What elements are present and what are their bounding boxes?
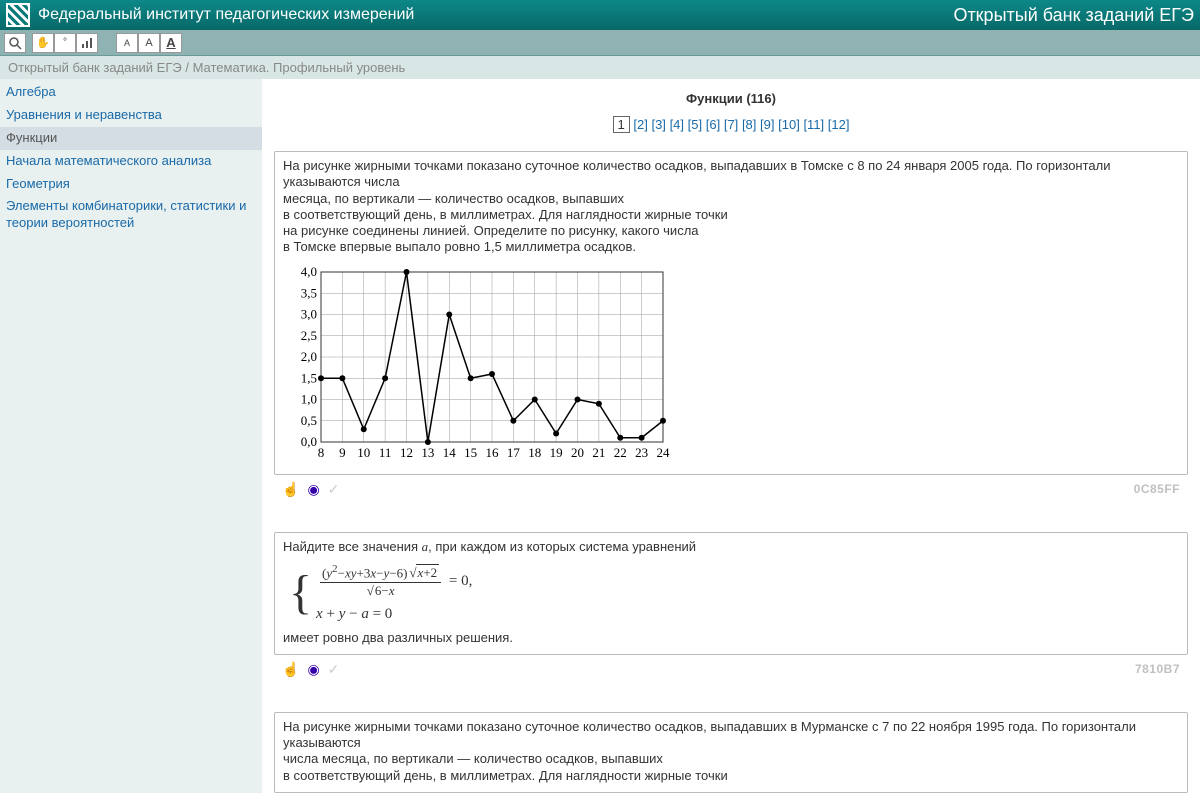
sidebar-item[interactable]: Элементы комбинаторики, статистики и тео…	[0, 195, 262, 235]
font-small-button[interactable]: A	[116, 33, 138, 53]
pager-link[interactable]: [11]	[803, 117, 824, 132]
pager-link[interactable]: [4]	[670, 117, 684, 132]
task-footer: ☝ ◉ ✓ 0C85FF	[274, 479, 1188, 502]
svg-text:10: 10	[357, 445, 370, 460]
pager-current: 1	[613, 116, 630, 133]
chart: 0,0 0,5 1,0 1,5 2,0 2,5 3,0 3,5 4,0 89 10 11 12 13 14 1…	[283, 262, 673, 462]
pager-link[interactable]: [7]	[724, 117, 738, 132]
task-card: Найдите все значения a, при каждом из ко…	[274, 532, 1188, 655]
pager-link[interactable]: [5]	[688, 117, 702, 132]
pager-link[interactable]: [9]	[760, 117, 774, 132]
task-text: На рисунке жирными точками показано суто…	[283, 719, 1179, 784]
svg-text:8: 8	[318, 445, 325, 460]
pager-link[interactable]: [6]	[706, 117, 720, 132]
defer-icon[interactable]: ☝	[282, 481, 299, 498]
eye-icon[interactable]: ◉	[307, 481, 319, 498]
task-card: На рисунке жирными точками показано суто…	[274, 712, 1188, 793]
sidebar: АлгебраУравнения и неравенстваФункцииНач…	[0, 79, 262, 793]
logo-icon	[6, 3, 30, 27]
check-icon[interactable]: ✓	[328, 481, 340, 498]
svg-text:4,0: 4,0	[301, 264, 317, 279]
font-medium-button[interactable]: A	[138, 33, 160, 53]
svg-text:1,5: 1,5	[301, 370, 317, 385]
svg-text:0,0: 0,0	[301, 434, 317, 449]
svg-text:12: 12	[400, 445, 413, 460]
task-footer: ☝ ◉ ✓ 7810B7	[274, 659, 1188, 682]
svg-text:20: 20	[571, 445, 584, 460]
sidebar-item[interactable]: Начала математического анализа	[0, 150, 262, 173]
svg-text:15: 15	[464, 445, 477, 460]
breadcrumb: Открытый банк заданий ЕГЭ / Математика. …	[0, 56, 1200, 79]
pager-link[interactable]: [10]	[778, 117, 800, 132]
font-large-button[interactable]: A	[160, 33, 182, 53]
toolbar-group-font: A A A	[116, 33, 182, 53]
page-title: Функции (116)	[274, 91, 1188, 106]
svg-text:3,5: 3,5	[301, 285, 317, 300]
degree-icon[interactable]: °	[54, 33, 76, 53]
svg-text:1,0: 1,0	[301, 391, 317, 406]
toolbar-group-view: ✋ °	[32, 33, 98, 53]
task-text-outro: имеет ровно два различных решения.	[283, 630, 1179, 646]
defer-icon[interactable]: ☝	[282, 661, 299, 678]
svg-text:13: 13	[421, 445, 434, 460]
task-card: На рисунке жирными точками показано суто…	[274, 151, 1188, 475]
svg-text:18: 18	[528, 445, 541, 460]
svg-text:11: 11	[379, 445, 392, 460]
svg-text:24: 24	[657, 445, 671, 460]
svg-text:16: 16	[486, 445, 500, 460]
svg-text:21: 21	[592, 445, 605, 460]
toolbar: ✋ ° A A A	[0, 30, 1200, 56]
svg-text:22: 22	[614, 445, 627, 460]
stats-icon[interactable]	[76, 33, 98, 53]
pager-link[interactable]: [3]	[651, 117, 665, 132]
svg-text:2,0: 2,0	[301, 349, 317, 364]
sidebar-item[interactable]: Алгебра	[0, 81, 262, 104]
task-text: Найдите все значения a, при каждом из ко…	[283, 539, 1179, 555]
task-code: 7810B7	[1135, 662, 1180, 676]
svg-text:2,5: 2,5	[301, 327, 317, 342]
hand-icon[interactable]: ✋	[32, 33, 54, 53]
sidebar-item[interactable]: Функции	[0, 127, 262, 150]
svg-text:3,0: 3,0	[301, 306, 317, 321]
svg-text:17: 17	[507, 445, 521, 460]
svg-text:0,5: 0,5	[301, 412, 317, 427]
svg-text:9: 9	[339, 445, 346, 460]
sidebar-item[interactable]: Уравнения и неравенства	[0, 104, 262, 127]
sidebar-item[interactable]: Геометрия	[0, 173, 262, 196]
svg-text:23: 23	[635, 445, 648, 460]
search-icon[interactable]	[4, 33, 26, 53]
pager-link[interactable]: [12]	[828, 117, 850, 132]
check-icon[interactable]: ✓	[328, 661, 340, 678]
eye-icon[interactable]: ◉	[307, 661, 319, 678]
content: Функции (116) 1 [2] [3] [4] [5] [6] [7] …	[262, 79, 1200, 793]
institute-title: Федеральный институт педагогических изме…	[38, 6, 953, 24]
pager: 1 [2] [3] [4] [5] [6] [7] [8] [9] [10] […	[274, 116, 1188, 133]
top-header: Федеральный институт педагогических изме…	[0, 0, 1200, 30]
task-code: 0C85FF	[1134, 482, 1180, 496]
product-title: Открытый банк заданий ЕГЭ	[953, 5, 1194, 26]
pager-link[interactable]: [8]	[742, 117, 756, 132]
task-text: На рисунке жирными точками показано суто…	[283, 158, 1179, 256]
pager-link[interactable]: [2]	[633, 117, 647, 132]
equation-system: { (y2−xy+3x−y−6)x+2 6−x = 0, x + y − a =…	[289, 563, 1179, 624]
svg-text:19: 19	[550, 445, 563, 460]
svg-text:14: 14	[443, 445, 457, 460]
